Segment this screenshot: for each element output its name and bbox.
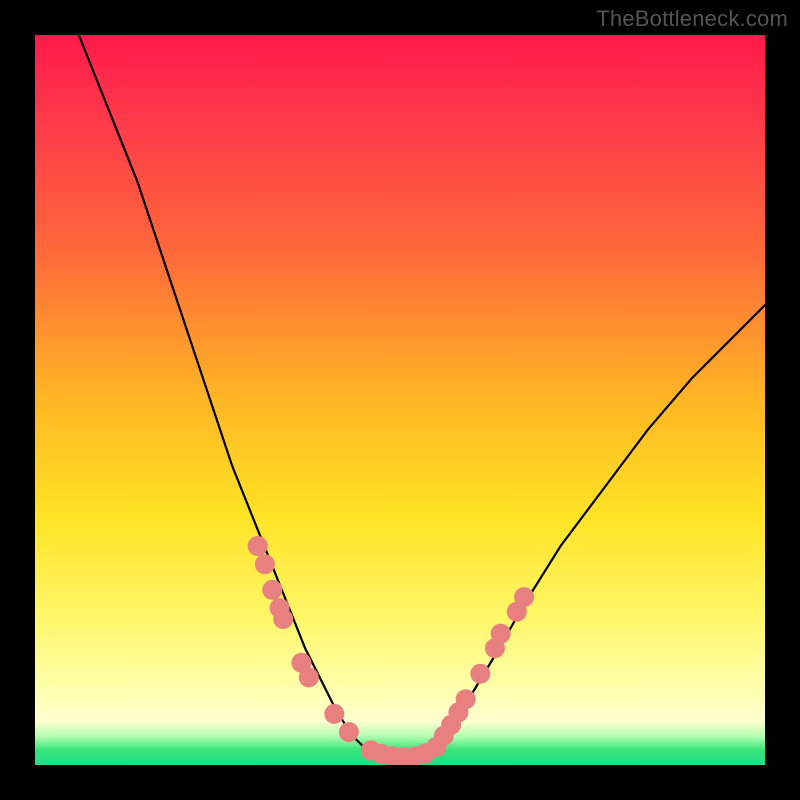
- outer-frame: TheBottleneck.com: [0, 0, 800, 800]
- data-point: [514, 587, 534, 607]
- attribution-text: TheBottleneck.com: [596, 6, 788, 32]
- bottleneck-curve: [79, 35, 765, 758]
- curve-layer: [79, 35, 765, 758]
- data-point: [491, 624, 511, 644]
- data-point: [339, 722, 359, 742]
- data-point: [470, 664, 490, 684]
- dots-layer: [248, 536, 534, 765]
- data-point: [456, 689, 476, 709]
- data-point: [273, 609, 293, 629]
- data-point: [255, 554, 275, 574]
- data-point: [324, 704, 344, 724]
- data-point: [262, 580, 282, 600]
- plot-area: [35, 35, 765, 765]
- data-point: [299, 667, 319, 687]
- data-point: [248, 536, 268, 556]
- chart-svg: [35, 35, 765, 765]
